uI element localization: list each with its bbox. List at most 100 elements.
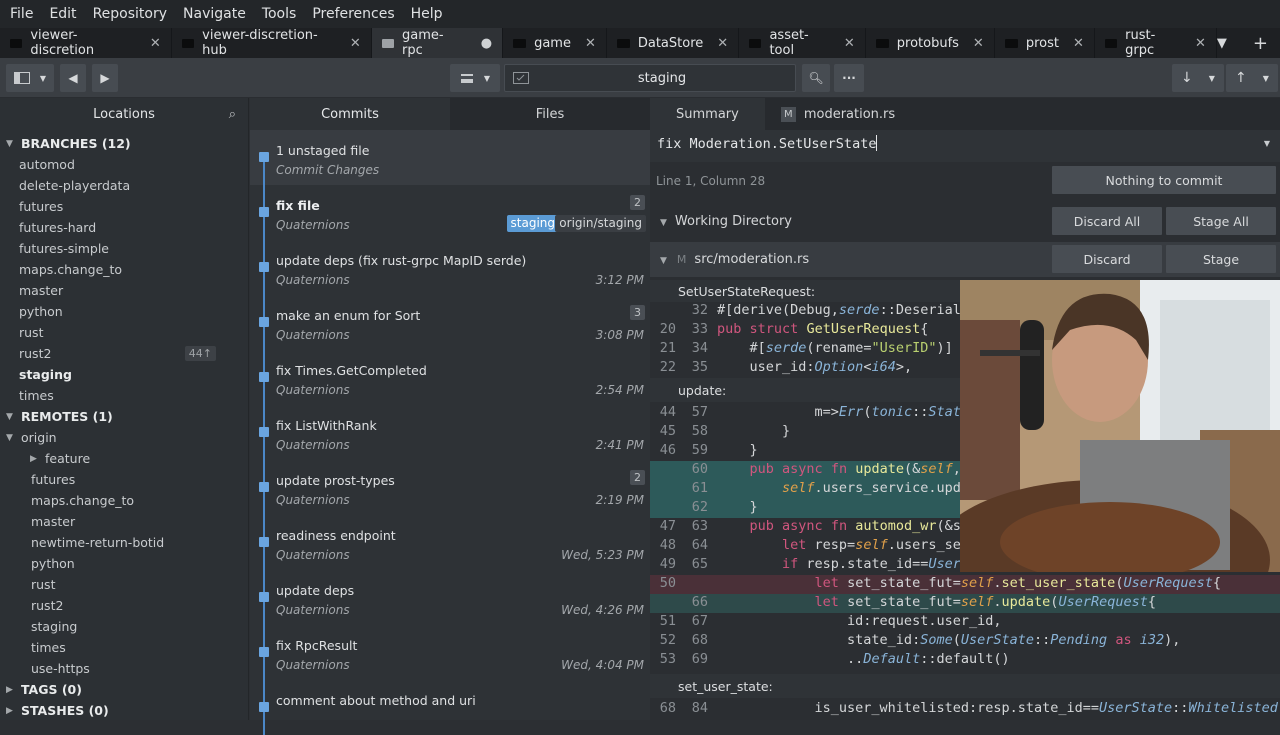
commit-row[interactable]: fix file Quaternions 2 staging origin/stagin… [250,185,650,240]
sidebar-remote-branch-item[interactable]: python [6,553,248,574]
sidebar-remote-branch-item[interactable]: rust [6,574,248,595]
diff-line[interactable]: 50 let set_state_fut=self.set_user_state… [650,575,1280,594]
back-button[interactable]: ◀ [60,64,86,92]
commit-row[interactable]: readiness endpoint Quaternions Wed, 5:23 P… [250,515,650,570]
tab-overflow-chevron-icon[interactable]: ▼ [1217,36,1227,51]
diff-line[interactable]: 53 69 ..Default::default() [650,651,1280,670]
sidebar-branch-item[interactable]: automod [6,154,248,175]
sidebar-branch-item[interactable]: times [6,385,248,406]
sidebar-remote-branch-item[interactable]: newtime-return-botid [6,532,248,553]
repo-tab[interactable]: viewer-discretion-hub ✕ [172,28,372,58]
sidebar-remote-branch-item[interactable]: times [6,637,248,658]
sidebar-branch-item[interactable]: maps.change_to [6,259,248,280]
tab-moderation-rs[interactable]: M moderation.rs [765,98,911,130]
close-icon[interactable]: ✕ [844,36,855,51]
close-icon[interactable]: ✕ [1073,36,1084,51]
tab-commits[interactable]: Commits [250,98,450,130]
repo-tab[interactable]: protobufs ✕ [866,28,995,58]
repo-tab[interactable]: prost ✕ [995,28,1095,58]
close-icon[interactable]: ✕ [717,36,728,51]
tab-files[interactable]: Files [450,98,650,130]
diff-line[interactable]: 66 let set_state_fut=self.update(UserReq… [650,594,1280,613]
sidebar-branch-item[interactable]: futures-simple [6,238,248,259]
tags-section-header[interactable]: ▶ TAGS (0) [6,679,248,700]
commit-row[interactable]: 1 unstaged file Commit Changes [250,130,650,185]
remote-origin[interactable]: ▼ origin [6,427,248,448]
repo-tab-label: asset-tool [769,28,809,58]
menu-repository[interactable]: Repository [85,0,175,28]
menu-help[interactable]: Help [403,0,451,28]
commit-row[interactable]: fix RpcResult Quaternions Wed, 4:04 PM [250,625,650,680]
diff-line[interactable]: 68 84 is_user_whitelisted:resp.state_id==… [650,700,1280,719]
repo-tab[interactable]: game ✕ [503,28,607,58]
commit-row[interactable]: update prost-types Quaternions 2:19 PM 2 [250,460,650,515]
sidebar-branch-item[interactable]: futures [6,196,248,217]
commit-row[interactable]: make an enum for Sort Quaternions 3:08 PM 3 [250,295,650,350]
tab-summary[interactable]: Summary [650,98,765,130]
sidebar-branch-item[interactable]: futures-hard [6,217,248,238]
close-icon[interactable]: ✕ [973,36,984,51]
close-icon[interactable]: ✕ [150,36,161,51]
new-tab-plus-icon[interactable]: + [1253,33,1268,54]
commit-row[interactable]: update deps (fix rust-grpc MapID serde) Q… [250,240,650,295]
local-branch-tag[interactable]: staging [506,215,559,232]
pull-button[interactable]: ↓ ▼ [1172,64,1224,92]
modified-badge: M [780,106,796,122]
commit-row[interactable]: comment about method and uri [250,680,650,735]
diff-line[interactable]: 52 68 state_id:Some(UserState::Pending as… [650,632,1280,651]
remotes-header-label: REMOTES (1) [21,409,113,424]
menu-preferences[interactable]: Preferences [304,0,402,28]
repo-tab[interactable]: viewer-discretion ✕ [0,28,172,58]
menu-tools[interactable]: Tools [254,0,305,28]
remote-folder-feature[interactable]: ▶ feature [6,448,248,469]
sidebar-branch-item[interactable]: staging [6,364,248,385]
stage-button[interactable]: Stage [1166,245,1276,273]
remotes-section-header[interactable]: ▼ REMOTES (1) [6,406,248,427]
menu-file[interactable]: File [2,0,41,28]
search-button[interactable]: 🔍︎ [802,64,830,92]
sidebar-remote-branch-item[interactable]: rust2 [6,595,248,616]
unsaved-dot-icon[interactable]: ● [481,36,492,51]
commit-row[interactable]: fix Times.GetCompleted Quaternions 2:54 PM [250,350,650,405]
nothing-to-commit-button[interactable]: Nothing to commit [1052,166,1276,194]
sidebar-remote-branch-item[interactable]: maps.change_to [6,490,248,511]
push-button[interactable]: ↑ ▼ [1226,64,1278,92]
sidebar-branch-item[interactable]: master [6,280,248,301]
branches-section-header[interactable]: ▼ BRANCHES (12) [6,133,248,154]
repo-tab[interactable]: asset-tool ✕ [739,28,866,58]
more-button[interactable]: ··· [834,64,864,92]
repo-tab[interactable]: rust-grpc ✕ [1095,28,1217,58]
sidebar-remote-branch-item[interactable]: use-https [6,658,248,679]
sidebar-branch-item[interactable]: delete-playerdata [6,175,248,196]
close-icon[interactable]: ✕ [350,36,361,51]
forward-button[interactable]: ▶ [92,64,118,92]
commit-message-input[interactable]: fix Moderation.SetUserState ▼ [650,130,1280,162]
sidebar-remote-branch-item[interactable]: futures [6,469,248,490]
repo-tab[interactable]: game-rpc ● [371,28,504,58]
working-directory-header[interactable]: ▼ Working Directory [660,214,792,229]
sidebar-remote-branch-item[interactable]: staging [6,616,248,637]
menu-navigate[interactable]: Navigate [175,0,254,28]
remote-branch-tag[interactable]: origin/staging [555,215,646,232]
discard-all-button[interactable]: Discard All [1052,207,1162,235]
commit-row[interactable]: fix ListWithRank Quaternions 2:41 PM [250,405,650,460]
close-icon[interactable]: ✕ [585,36,596,51]
stash-button[interactable]: ▼ [450,64,500,92]
stashes-section-header[interactable]: ▶ STASHES (0) [6,700,248,721]
discard-button[interactable]: Discard [1052,245,1162,273]
sidebar-branch-item[interactable]: rust [6,322,248,343]
sidebar-branch-item[interactable]: python [6,301,248,322]
changed-file-row[interactable]: ▼ Msrc/moderation.rs Discard Stage [650,242,1280,277]
repo-tab[interactable]: DataStore ✕ [607,28,740,58]
sidebar-toggle-button[interactable]: ▼ [6,64,54,92]
commit-row[interactable]: update deps Quaternions Wed, 4:26 PM [250,570,650,625]
branch-selector[interactable]: staging [504,64,796,92]
diff-line[interactable]: 51 67 id:request.user_id, [650,613,1280,632]
sidebar-remote-branch-item[interactable]: master [6,511,248,532]
chevron-down-icon[interactable]: ▼ [1264,139,1270,148]
menu-edit[interactable]: Edit [41,0,84,28]
search-icon[interactable]: ⌕ [229,107,236,122]
stage-all-button[interactable]: Stage All [1166,207,1276,235]
sidebar-branch-item[interactable]: rust2 44↑ [6,343,248,364]
close-icon[interactable]: ✕ [1195,36,1206,51]
